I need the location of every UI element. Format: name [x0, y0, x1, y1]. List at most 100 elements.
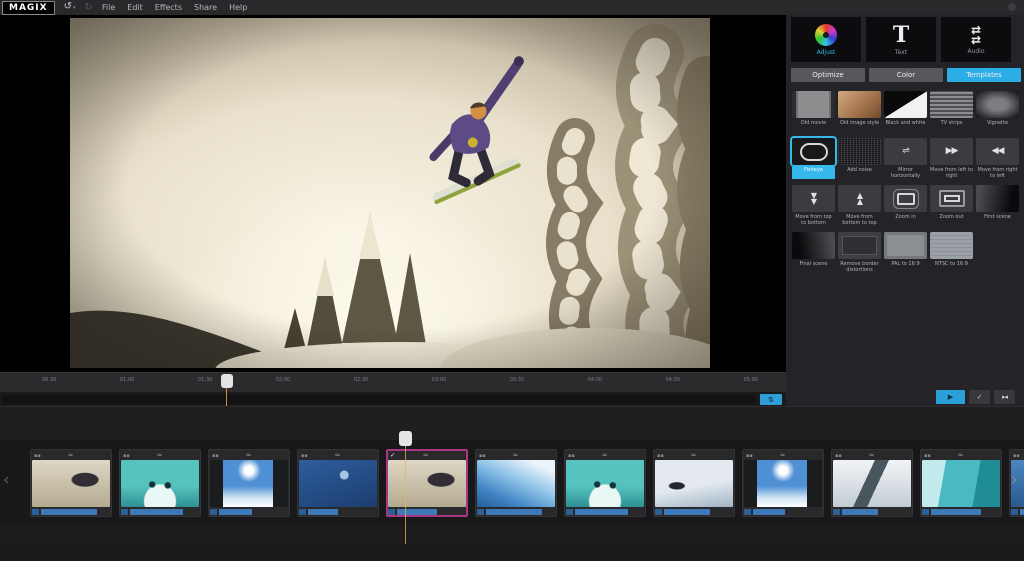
clip-audio-fill: [753, 509, 785, 515]
ruler-ticks: 00:3001:0001:3002:0002:3003:0003:3004:00…: [0, 373, 786, 383]
template-grid: Old movie Old image style Black and whit…: [786, 82, 1020, 273]
template-mirror-horizontally[interactable]: ⇌ Mirror horizontally: [884, 138, 927, 179]
clip-header: [655, 451, 733, 460]
transport-bar: 00:0215 TT Manual editing Finish movie: [0, 406, 1024, 441]
clip-transition-icon[interactable]: [753, 453, 812, 458]
timeline-clip-2[interactable]: [119, 449, 201, 517]
clip-transition-icon[interactable]: [41, 453, 100, 458]
template-label: Move from bottom to top: [838, 214, 881, 226]
undo-icon[interactable]: ↺: [64, 2, 76, 13]
template-old-movie[interactable]: Old movie: [792, 91, 835, 132]
window-options-icon[interactable]: [1008, 3, 1016, 11]
clip-header: [833, 451, 911, 460]
clip-audio-lead: [1011, 509, 1018, 515]
clip-transition-icon[interactable]: [664, 453, 723, 458]
scroll-left-icon[interactable]: ‹: [3, 470, 10, 490]
ruler-scrollbar[interactable]: [2, 395, 756, 404]
template-move-from-left-to-right[interactable]: ▶▶ Move from left to right: [930, 138, 973, 179]
template-move-from-right-to-left[interactable]: ◀◀ Move from right to left: [976, 138, 1019, 179]
template-vignette[interactable]: Vignette: [976, 91, 1019, 132]
clip-status-icon: [746, 453, 753, 459]
template-icon: [939, 190, 965, 207]
clip-status-icon: [34, 453, 41, 459]
subtab-optimize[interactable]: Optimize: [791, 68, 865, 82]
template-remove-border-distortions[interactable]: Remove border distortions: [838, 232, 881, 273]
template-label: Vignette: [976, 120, 1019, 132]
clip-audio-bar: [1011, 509, 1024, 515]
ruler-tick-label: 03:30: [510, 377, 524, 383]
template-fisheye[interactable]: Fisheye: [792, 138, 835, 179]
tab-adjust[interactable]: Adjust: [791, 17, 861, 62]
template-move-from-bottom-to-top[interactable]: ▲▲ Move from bottom to top: [838, 185, 881, 226]
ruler-tick-label: 01:30: [198, 377, 212, 383]
video-preview[interactable]: [0, 15, 786, 372]
clip-audio-fill: [486, 509, 542, 515]
clip-audio-bar: [299, 509, 377, 515]
clip-transition-icon[interactable]: [931, 453, 990, 458]
timeline-clip-9[interactable]: [742, 449, 824, 517]
template-final-scene[interactable]: Final scene: [792, 232, 835, 273]
effect-apply-button[interactable]: [969, 390, 990, 404]
template-pal-to-16-9[interactable]: PAL to 16:9: [884, 232, 927, 273]
template-black-and-white[interactable]: Black and white: [884, 91, 927, 132]
timeline-clip-10[interactable]: [831, 449, 913, 517]
clip-header: [299, 451, 377, 460]
timeline-clip-5[interactable]: [386, 449, 468, 517]
menu-item-effects[interactable]: Effects: [155, 3, 182, 12]
timeline-clip-3[interactable]: [208, 449, 290, 517]
template-old-image-style[interactable]: Old image style: [838, 91, 881, 132]
clip-audio-fill: [130, 509, 183, 515]
template-tv-strips[interactable]: TV strips: [930, 91, 973, 132]
effect-preview-controls: [936, 390, 1015, 404]
ruler-tick-label: 00:30: [42, 377, 56, 383]
template-thumbnail: ◀◀: [976, 138, 1019, 165]
scroll-right-icon[interactable]: ›: [1011, 470, 1018, 490]
clip-transition-icon[interactable]: [130, 453, 189, 458]
timeline-clip-11[interactable]: [920, 449, 1002, 517]
effect-trim-button[interactable]: [994, 390, 1015, 404]
clip-list: [30, 449, 1024, 517]
menu-item-file[interactable]: File: [102, 3, 115, 12]
clip-transition-icon[interactable]: [219, 453, 278, 458]
menu-item-share[interactable]: Share: [194, 3, 217, 12]
template-icon: [800, 143, 828, 161]
clip-transition-icon[interactable]: [308, 453, 367, 458]
clip-thumbnail: [388, 460, 466, 507]
template-thumbnail: [976, 91, 1019, 118]
template-ntsc-to-16-9[interactable]: NTSC to 16:9: [930, 232, 973, 273]
ruler-playhead[interactable]: [221, 374, 233, 388]
clip-transition-icon[interactable]: [575, 453, 634, 458]
template-move-from-top-to-bottom[interactable]: ▼▼ Move from top to bottom: [792, 185, 835, 226]
timeline-clip-7[interactable]: [564, 449, 646, 517]
menu-item-edit[interactable]: Edit: [127, 3, 143, 12]
timeline-ruler[interactable]: 00:3001:0001:3002:0002:3003:0003:3004:00…: [0, 372, 786, 393]
template-thumbnail: [976, 185, 1019, 212]
tab-audio[interactable]: Audio: [941, 17, 1011, 62]
template-zoom-in[interactable]: Zoom in: [884, 185, 927, 226]
timeline-clip-8[interactable]: [653, 449, 735, 517]
panel-tabs: Adjust Text Audio: [786, 15, 1024, 62]
timeline-zoom-button[interactable]: [760, 394, 782, 405]
clip-transition-icon[interactable]: [842, 453, 901, 458]
template-add-noise[interactable]: Add noise: [838, 138, 881, 179]
clip-audio-bar: [388, 509, 466, 515]
clip-status-icon: [301, 453, 308, 459]
timeline-clip-1[interactable]: [30, 449, 112, 517]
template-zoom-out[interactable]: Zoom out: [930, 185, 973, 226]
timeline-clip-6[interactable]: [475, 449, 557, 517]
subtab-color[interactable]: Color: [869, 68, 943, 82]
menu-item-help[interactable]: Help: [229, 3, 247, 12]
clip-header: [922, 451, 1000, 460]
tab-text[interactable]: Text: [866, 17, 936, 62]
template-first-scene[interactable]: First scene: [976, 185, 1019, 226]
clip-thumbnail: [922, 460, 1000, 507]
subtab-templates[interactable]: Templates: [947, 68, 1021, 82]
clip-status-icon: [568, 453, 575, 459]
effect-play-button[interactable]: [936, 390, 965, 404]
timeline-clip-4[interactable]: [297, 449, 379, 517]
strip-playhead[interactable]: [399, 431, 412, 446]
clip-transition-icon[interactable]: [486, 453, 545, 458]
redo-icon[interactable]: ↻: [85, 3, 93, 13]
clip-transition-icon[interactable]: [1020, 453, 1024, 458]
template-label: NTSC to 16:9: [930, 261, 973, 273]
